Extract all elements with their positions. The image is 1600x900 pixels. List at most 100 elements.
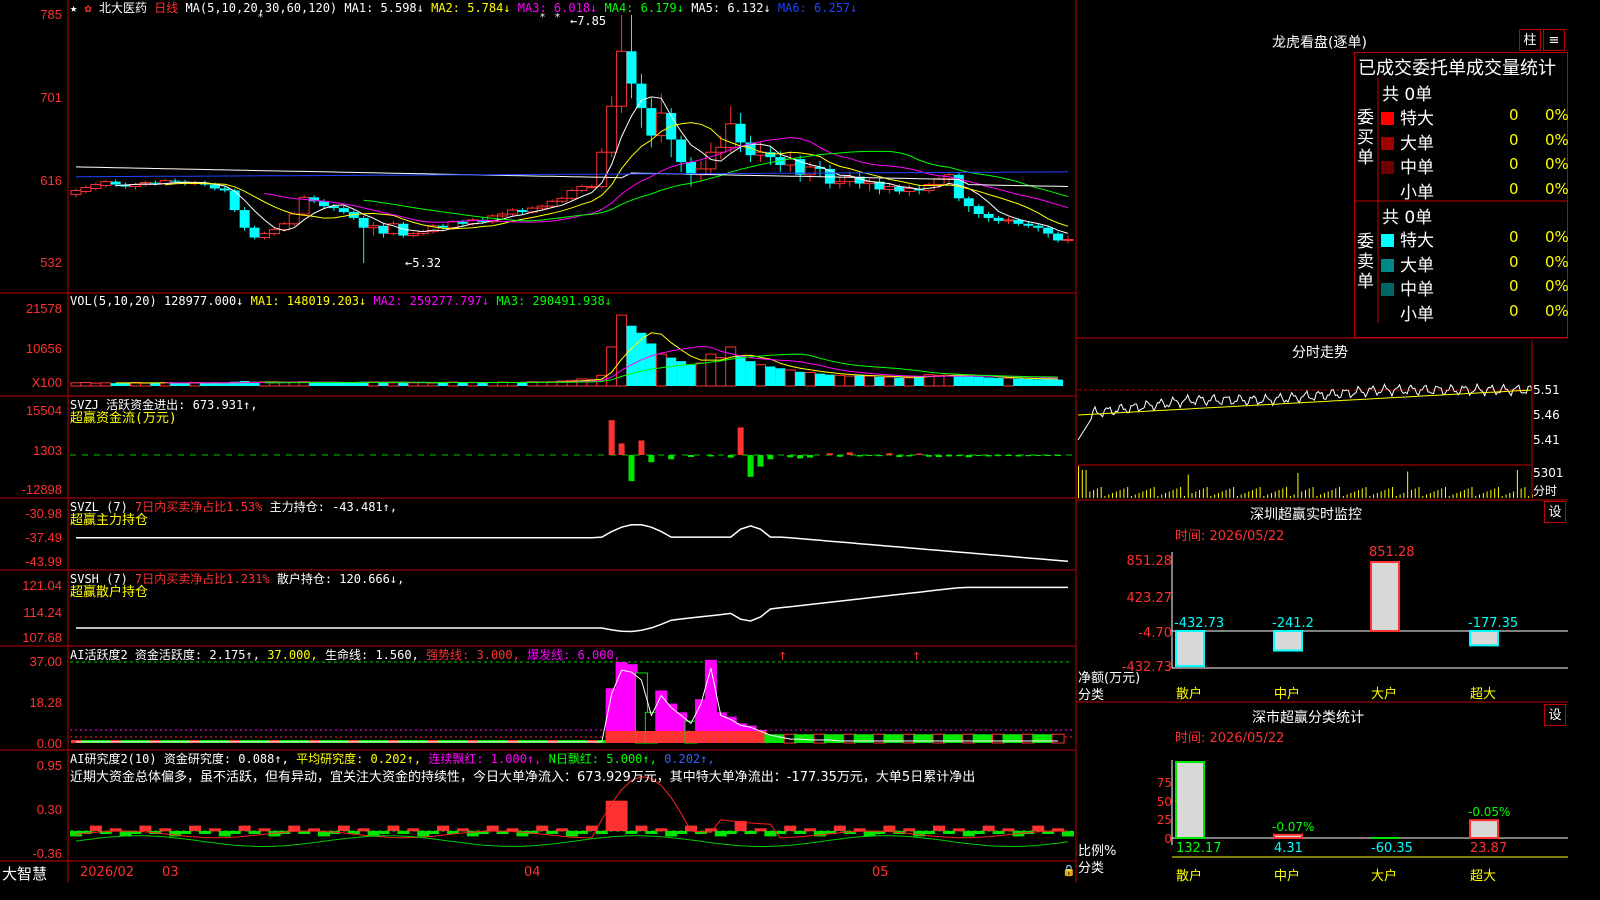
svzj-bar-80 <box>866 455 873 456</box>
buy-row-3: 小单 <box>1381 178 1434 203</box>
vol-bar-31 <box>378 382 389 386</box>
fenshi-vol-bar-132 <box>1327 491 1329 498</box>
sell-qty-2: 0 <box>1509 277 1519 295</box>
sell-swatch-2 <box>1381 283 1394 296</box>
vol-ma2: MA2: 259277.797↓ <box>373 294 490 308</box>
svzj-bar-85 <box>916 453 923 455</box>
sell-qty-1: 0 <box>1509 252 1519 271</box>
svzj-bar-57 <box>638 440 645 455</box>
vol-bar-67 <box>735 355 746 386</box>
ma-item-1: MA1: 5.598↓ <box>344 1 424 15</box>
kline-candle-53 <box>596 151 608 188</box>
buy-pct-2: 0% <box>1545 155 1569 173</box>
fenshi-vol-bar-158 <box>1376 493 1378 498</box>
ai2-bar-33 <box>397 831 410 834</box>
ma-item-3: MA3: 6.018↓ <box>510 1 598 15</box>
ai2-bar-92 <box>982 825 995 831</box>
star-icon[interactable]: ★ <box>70 1 77 15</box>
vol-bar-77 <box>834 374 846 387</box>
sell-row-1: 大单 <box>1381 251 1434 276</box>
vol-value: 128977.000↓ <box>163 294 244 308</box>
buy-swatch-0 <box>1381 112 1394 125</box>
vol-bar-91 <box>973 376 984 386</box>
fenshi-axis-0: 5.51 <box>1533 383 1560 397</box>
fenshi-vol-bar-32 <box>1138 493 1140 498</box>
buy-qty-0: 0 <box>1509 106 1519 124</box>
fenshi-vol-bar-40 <box>1153 487 1155 498</box>
buy-swatch-1 <box>1381 136 1394 150</box>
fenshi-vol-bar-230 <box>1513 491 1515 498</box>
svsh-subtitle: 超赢散户持仓 <box>70 585 149 600</box>
buy-qty-1: 0 <box>1509 130 1519 149</box>
buy-row-0: 特大 <box>1381 104 1434 129</box>
ai2-bar-47 <box>536 825 549 831</box>
fenshi-vol-bar-102 <box>1270 493 1272 498</box>
fenshi-vol-bar-92 <box>1252 490 1254 498</box>
svzj-bar-64 <box>707 455 714 457</box>
fenshi-vol-bar-20 <box>1115 491 1117 498</box>
kline-candle-43 <box>497 213 509 217</box>
kline-candle-90 <box>963 198 974 207</box>
classify-settings-button[interactable]: 设 <box>1544 704 1566 726</box>
svzj-bar-83 <box>896 455 903 458</box>
fenshi-vol-bar-162 <box>1384 490 1386 498</box>
fenshi-vol-bar-156 <box>1373 494 1375 498</box>
sell-label-1: 大单 <box>1400 255 1434 276</box>
ai2-axis-2: -0.36 <box>32 846 62 861</box>
ai1-t2: 37.000, <box>267 648 318 662</box>
sell-pct-1: 0% <box>1545 252 1569 271</box>
fenshi-vol-bar-206 <box>1467 488 1469 498</box>
ai2-bar-42 <box>486 825 499 831</box>
fenshi-vol-bar-50 <box>1172 490 1174 498</box>
sell-label-2: 中单 <box>1400 280 1434 300</box>
kline-candle-2 <box>90 184 102 190</box>
fenshi-vol-bar-2 <box>1081 470 1083 498</box>
fenshi-vol-bar-148 <box>1357 490 1359 498</box>
fenshi-vol-bar-74 <box>1217 493 1219 498</box>
vol-bar-74 <box>804 372 816 387</box>
buy-side-label: 委买单 <box>1357 108 1374 168</box>
vol-bar-65 <box>715 357 727 387</box>
monitor-bar-3 <box>1469 630 1499 647</box>
classify-value-0: 132.17 <box>1176 841 1222 856</box>
vol-bar-2 <box>90 382 102 387</box>
lock-icon[interactable]: 🔒 <box>1062 864 1076 877</box>
ma120-line <box>76 171 1069 178</box>
period-label[interactable]: 日线 <box>154 1 178 15</box>
fenshi-vol-bar-152 <box>1365 487 1367 498</box>
kline-candle-100 <box>1062 238 1074 241</box>
column-view-button[interactable]: 柱 <box>1519 29 1541 51</box>
kline-candle-62 <box>686 162 697 175</box>
svzl-axis-1: -37.49 <box>25 530 62 545</box>
kline-candle-52 <box>586 186 598 189</box>
svzj-bar-76 <box>826 453 833 455</box>
kline-candle-94 <box>1002 219 1014 222</box>
vol-bar-3 <box>100 382 112 387</box>
svzj-bar-58 <box>648 455 655 463</box>
svzj-bar-99 <box>1055 455 1062 456</box>
kline-candle-54 <box>606 105 618 153</box>
vol-bar-84 <box>903 377 915 387</box>
fenshi-vol-bar-4 <box>1085 470 1087 498</box>
ai2-bar-49 <box>556 828 569 832</box>
vol-bar-36 <box>427 382 439 387</box>
classify-value-2: -60.35 <box>1371 841 1413 856</box>
buy-total: 共 0单 <box>1382 85 1433 105</box>
ai2-bar-16 <box>228 831 241 834</box>
fenshi-vol-bar-140 <box>1342 496 1344 498</box>
fenshi-vol-bar-130 <box>1323 493 1325 498</box>
sell-row-2: 中单 <box>1381 275 1434 300</box>
buy-qty-3: 0 <box>1509 179 1519 198</box>
fenshi-vol-bar-30 <box>1134 494 1136 498</box>
ai2-bar-56 <box>625 831 638 834</box>
menu-button[interactable]: ≡ <box>1543 29 1565 51</box>
vol-bar-97 <box>1033 379 1044 386</box>
fenshi-vol-bar-228 <box>1509 493 1511 498</box>
monitor-value-3: -177.35 <box>1468 616 1519 631</box>
gear-icon[interactable]: ✿ <box>84 1 91 15</box>
fenshi-vol-bar-52 <box>1176 488 1178 498</box>
monitor-settings-button[interactable]: 设 <box>1544 501 1566 523</box>
fenshi-vol-bar-210 <box>1475 496 1477 498</box>
svzl-subtitle: 超赢主力持仓 <box>70 513 149 528</box>
sell-swatch-0 <box>1381 234 1394 247</box>
